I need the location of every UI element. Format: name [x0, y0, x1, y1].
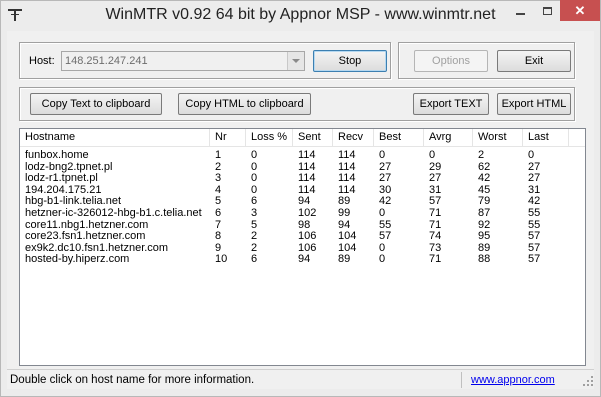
column-header-nr[interactable]: Nr [210, 129, 246, 147]
column-header-sent[interactable]: Sent [293, 129, 333, 147]
cell-sent: 94 [298, 253, 311, 266]
resize-grip-icon[interactable] [583, 376, 594, 387]
window-frame-right [594, 31, 601, 397]
cell-best: 0 [379, 253, 386, 266]
status-divider [461, 372, 462, 388]
results-table[interactable]: Hostname Nr Loss % Sent Recv Best Avrg W… [19, 128, 586, 366]
cell-loss: 6 [251, 253, 258, 266]
stop-button[interactable]: Stop [313, 50, 387, 72]
minimize-button[interactable] [506, 0, 534, 21]
cell-hostname[interactable]: hosted-by.hiperz.com [20, 253, 210, 266]
status-message: Double click on host name for more infor… [10, 374, 255, 386]
column-header-loss[interactable]: Loss % [246, 129, 293, 147]
options-button[interactable]: Options [414, 50, 488, 72]
copy-html-button[interactable]: Copy HTML to clipboard [178, 93, 311, 115]
export-html-button[interactable]: Export HTML [497, 93, 571, 115]
appnor-link[interactable]: www.appnor.com [471, 374, 555, 386]
maximize-icon [542, 6, 552, 15]
column-header-last[interactable]: Last [523, 129, 569, 147]
column-header-best[interactable]: Best [374, 129, 424, 147]
table-header: Hostname Nr Loss % Sent Recv Best Avrg W… [20, 129, 585, 147]
host-input[interactable] [61, 51, 305, 71]
minimize-icon [515, 12, 525, 15]
exit-button[interactable]: Exit [497, 50, 571, 72]
column-header-worst[interactable]: Worst [473, 129, 523, 147]
maximize-button[interactable] [534, 0, 560, 21]
host-label: Host: [29, 55, 55, 67]
cell-avrg: 71 [429, 253, 442, 266]
cell-nr: 10 [215, 253, 228, 266]
cell-last: 57 [528, 253, 541, 266]
table-row[interactable]: hosted-by.hiperz.com 10 6 94 89 0 71 88 57 [20, 253, 585, 266]
export-text-button[interactable]: Export TEXT [413, 93, 489, 115]
status-bar: Double click on host name for more infor… [7, 369, 594, 389]
copy-text-button[interactable]: Copy Text to clipboard [30, 93, 162, 115]
cell-worst: 88 [478, 253, 491, 266]
window-frame-left [0, 31, 7, 397]
window-frame-bottom [0, 389, 601, 397]
close-button[interactable]: ✕ [560, 0, 600, 21]
column-header-avrg[interactable]: Avrg [424, 129, 473, 147]
cell-recv: 89 [338, 253, 351, 266]
host-dropdown-button[interactable] [287, 52, 304, 70]
column-header-hostname[interactable]: Hostname [20, 129, 210, 147]
chevron-down-icon [292, 59, 300, 63]
column-header-recv[interactable]: Recv [333, 129, 374, 147]
close-icon: ✕ [574, 2, 586, 18]
